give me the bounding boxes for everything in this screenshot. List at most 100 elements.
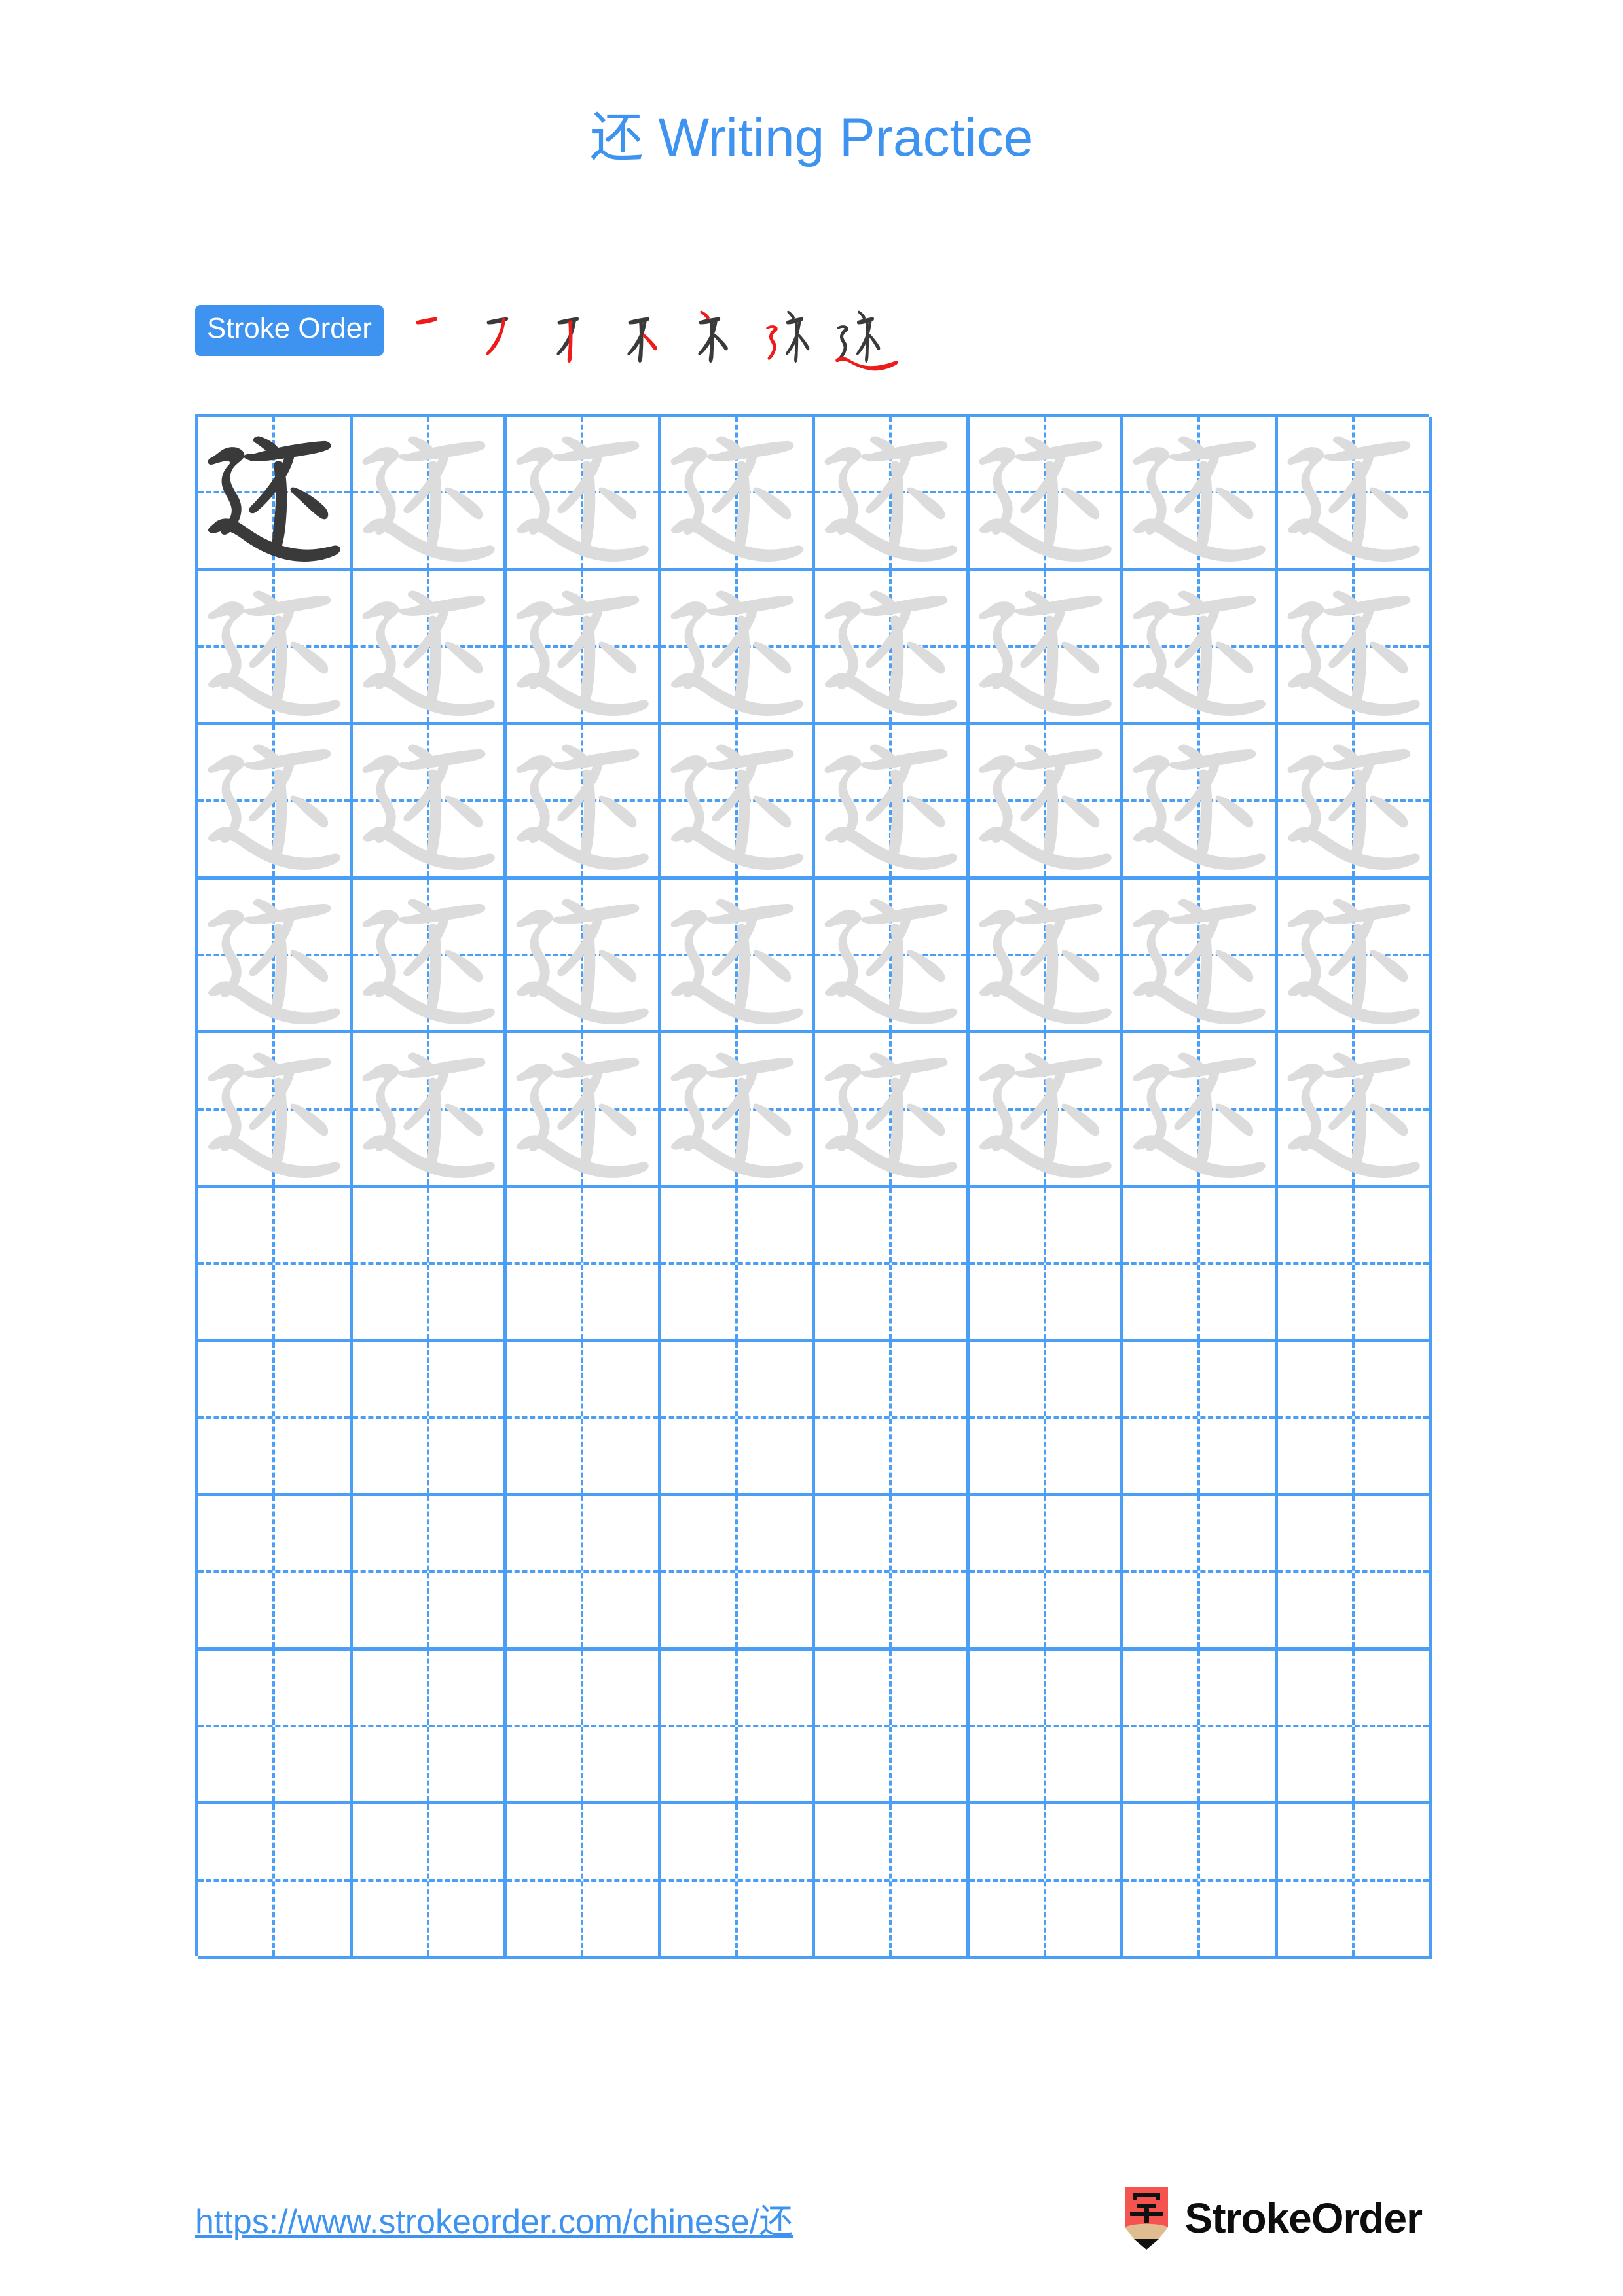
- practice-cell-trace[interactable]: [507, 725, 661, 880]
- practice-cell-empty[interactable]: [1123, 1650, 1278, 1805]
- practice-cell-empty[interactable]: [815, 1496, 970, 1651]
- practice-cell-empty[interactable]: [507, 1342, 661, 1497]
- character-glyph-trace: [1123, 417, 1275, 568]
- practice-cell-trace[interactable]: [507, 879, 661, 1034]
- brand-logo[interactable]: StrokeOrder: [1122, 2187, 1423, 2250]
- practice-cell-empty[interactable]: [815, 1187, 970, 1342]
- practice-cell-trace[interactable]: [815, 879, 970, 1034]
- practice-cell-empty[interactable]: [352, 1496, 507, 1651]
- practice-cell-trace[interactable]: [661, 571, 815, 726]
- practice-cell-empty[interactable]: [1277, 1650, 1432, 1805]
- practice-cell-empty[interactable]: [352, 1650, 507, 1805]
- practice-cell-empty[interactable]: [661, 1496, 815, 1651]
- practice-cell-empty[interactable]: [815, 1342, 970, 1497]
- practice-cell-empty[interactable]: [198, 1342, 353, 1497]
- practice-cell-empty[interactable]: [661, 1187, 815, 1342]
- practice-cell-empty[interactable]: [969, 1342, 1123, 1497]
- practice-cell-empty[interactable]: [507, 1187, 661, 1342]
- practice-cell-trace[interactable]: [1277, 571, 1432, 726]
- character-glyph-trace: [661, 571, 812, 723]
- practice-cell-trace[interactable]: [1277, 879, 1432, 1034]
- practice-cell-trace[interactable]: [969, 879, 1123, 1034]
- practice-cell-trace[interactable]: [352, 725, 507, 880]
- stroke-order-step-list: [407, 302, 902, 373]
- practice-cell-empty[interactable]: [352, 1804, 507, 1959]
- practice-cell-trace[interactable]: [969, 571, 1123, 726]
- practice-cell-trace[interactable]: [507, 571, 661, 726]
- character-glyph-trace: [353, 725, 504, 876]
- practice-cell-empty[interactable]: [815, 1650, 970, 1805]
- practice-cell-empty[interactable]: [969, 1187, 1123, 1342]
- practice-cell-trace[interactable]: [815, 417, 970, 571]
- practice-cell-empty[interactable]: [1277, 1342, 1432, 1497]
- grid-row: [198, 725, 1432, 880]
- practice-cell-trace[interactable]: [507, 1033, 661, 1188]
- practice-cell-trace[interactable]: [969, 1033, 1123, 1188]
- practice-cell-empty[interactable]: [969, 1496, 1123, 1651]
- practice-cell-trace[interactable]: [815, 725, 970, 880]
- practice-cell-empty[interactable]: [1123, 1342, 1278, 1497]
- character-glyph-trace: [507, 571, 658, 723]
- practice-cell-trace[interactable]: [661, 1033, 815, 1188]
- practice-cell-trace[interactable]: [352, 417, 507, 571]
- character-glyph-trace: [661, 725, 812, 876]
- character-glyph-trace: [507, 880, 658, 1031]
- practice-cell-empty[interactable]: [815, 1804, 970, 1959]
- practice-cell-trace[interactable]: [507, 417, 661, 571]
- practice-cell-empty[interactable]: [507, 1650, 661, 1805]
- practice-cell-trace[interactable]: [198, 571, 353, 726]
- practice-cell-empty[interactable]: [1123, 1496, 1278, 1651]
- practice-cell-empty[interactable]: [352, 1342, 507, 1497]
- practice-cell-trace[interactable]: [352, 879, 507, 1034]
- practice-cell-trace[interactable]: [352, 571, 507, 726]
- source-url-prefix: https://www.strokeorder.com/chinese/: [195, 2202, 759, 2241]
- practice-cell-empty[interactable]: [352, 1187, 507, 1342]
- practice-cell-empty[interactable]: [198, 1804, 353, 1959]
- character-glyph-trace: [815, 571, 966, 723]
- character-glyph-trace: [1123, 725, 1275, 876]
- practice-cell-trace[interactable]: [661, 725, 815, 880]
- character-glyph-trace: [198, 880, 350, 1031]
- practice-cell-empty[interactable]: [661, 1650, 815, 1805]
- practice-cell-model[interactable]: [198, 417, 353, 571]
- practice-cell-trace[interactable]: [1277, 417, 1432, 571]
- character-glyph-model: [198, 417, 350, 568]
- practice-cell-empty[interactable]: [969, 1650, 1123, 1805]
- practice-cell-trace[interactable]: [198, 1033, 353, 1188]
- practice-cell-trace[interactable]: [198, 725, 353, 880]
- practice-cell-trace[interactable]: [1277, 1033, 1432, 1188]
- practice-cell-empty[interactable]: [1123, 1187, 1278, 1342]
- page-footer: https://www.strokeorder.com/chinese/还 St…: [195, 2182, 1429, 2254]
- practice-cell-trace[interactable]: [1123, 417, 1278, 571]
- stroke-step-7: [831, 302, 902, 373]
- character-glyph-trace: [353, 417, 504, 568]
- practice-cell-empty[interactable]: [507, 1496, 661, 1651]
- practice-cell-trace[interactable]: [815, 571, 970, 726]
- source-url-link[interactable]: https://www.strokeorder.com/chinese/还: [195, 2194, 793, 2243]
- practice-cell-trace[interactable]: [198, 879, 353, 1034]
- practice-cell-trace[interactable]: [1123, 725, 1278, 880]
- stroke-step-1: [407, 302, 478, 373]
- practice-cell-empty[interactable]: [1123, 1804, 1278, 1959]
- practice-cell-trace[interactable]: [815, 1033, 970, 1188]
- practice-cell-empty[interactable]: [1277, 1804, 1432, 1959]
- practice-cell-trace[interactable]: [352, 1033, 507, 1188]
- practice-cell-empty[interactable]: [1277, 1496, 1432, 1651]
- practice-cell-trace[interactable]: [969, 417, 1123, 571]
- practice-cell-trace[interactable]: [1123, 571, 1278, 726]
- character-glyph-trace: [1278, 880, 1429, 1031]
- practice-cell-empty[interactable]: [198, 1650, 353, 1805]
- practice-cell-trace[interactable]: [661, 879, 815, 1034]
- practice-cell-trace[interactable]: [1123, 1033, 1278, 1188]
- practice-cell-trace[interactable]: [969, 725, 1123, 880]
- practice-cell-empty[interactable]: [198, 1496, 353, 1651]
- practice-cell-empty[interactable]: [1277, 1187, 1432, 1342]
- practice-cell-trace[interactable]: [661, 417, 815, 571]
- practice-cell-empty[interactable]: [661, 1342, 815, 1497]
- practice-cell-trace[interactable]: [1123, 879, 1278, 1034]
- practice-cell-empty[interactable]: [969, 1804, 1123, 1959]
- practice-cell-empty[interactable]: [507, 1804, 661, 1959]
- practice-cell-empty[interactable]: [198, 1187, 353, 1342]
- practice-cell-empty[interactable]: [661, 1804, 815, 1959]
- practice-cell-trace[interactable]: [1277, 725, 1432, 880]
